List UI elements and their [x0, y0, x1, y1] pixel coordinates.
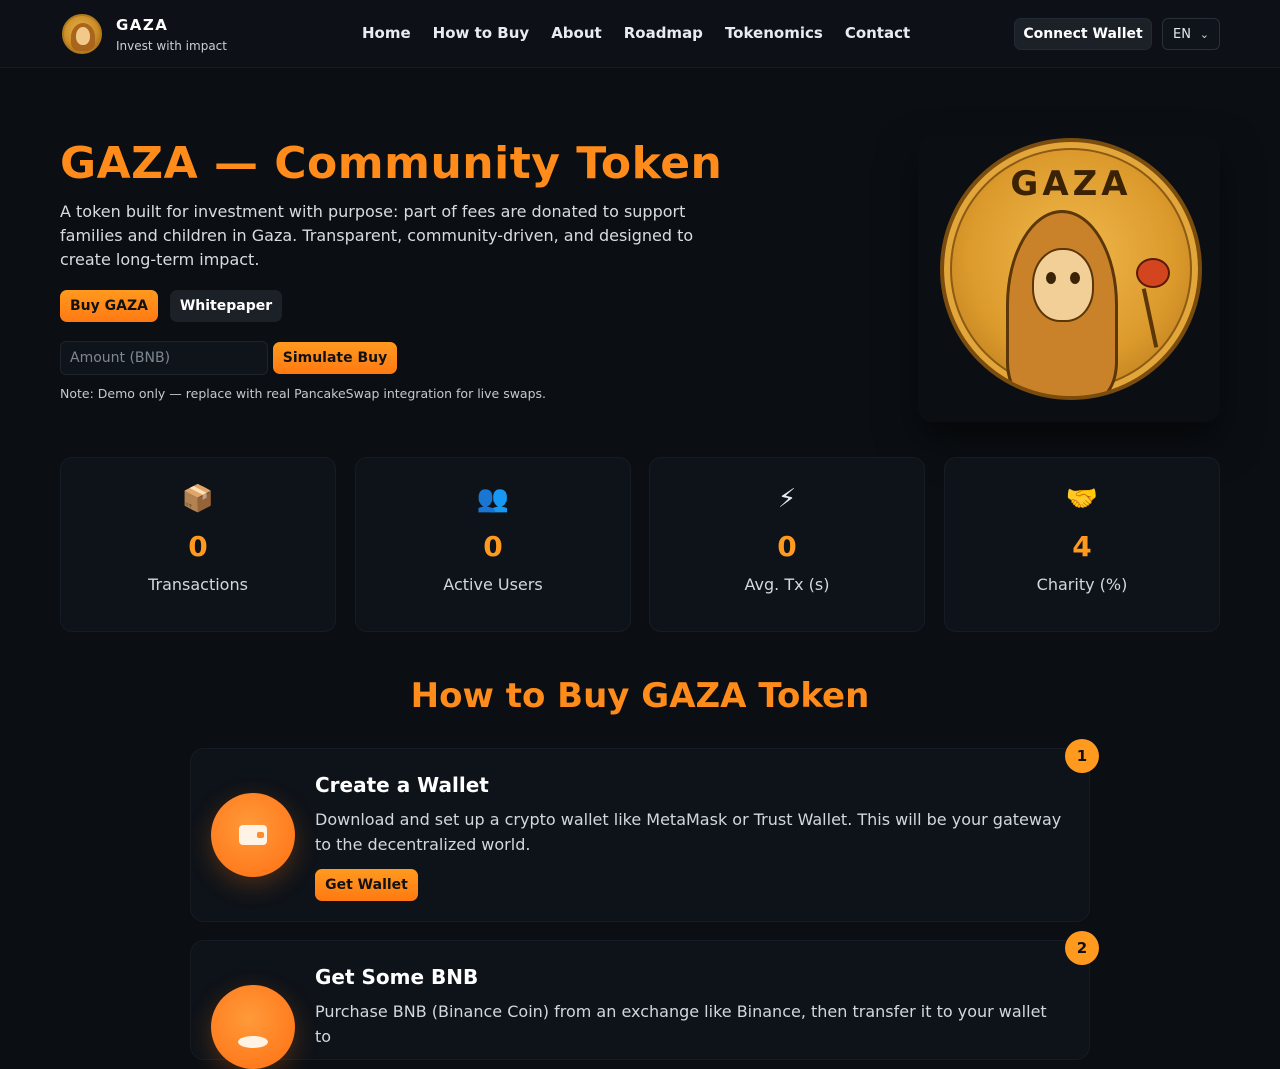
stat-value: 0: [483, 530, 503, 563]
stat-card-transactions: 📦 0 Transactions: [60, 457, 336, 632]
package-icon: 📦: [181, 484, 215, 514]
connect-wallet-button[interactable]: Connect Wallet: [1014, 18, 1152, 50]
gaza-logo-icon: [62, 14, 102, 54]
nav-tokenomics[interactable]: Tokenomics: [725, 24, 823, 42]
stat-label: Active Users: [443, 575, 543, 594]
nav-how-to-buy[interactable]: How to Buy: [433, 24, 530, 42]
brand-name: GAZA: [116, 15, 169, 34]
hero-title: GAZA — Community Token: [60, 138, 723, 189]
whitepaper-button[interactable]: Whitepaper: [170, 290, 282, 322]
chevron-down-icon: ⌄: [1199, 28, 1209, 41]
step-number-badge: 1: [1065, 739, 1099, 773]
brand[interactable]: GAZA Invest with impact: [62, 14, 227, 54]
wallet-icon: [211, 793, 295, 877]
get-wallet-button[interactable]: Get Wallet: [315, 869, 418, 901]
step-card-get-bnb: 2 Get Some BNB Purchase BNB (Binance Coi…: [190, 931, 1099, 1069]
step-title: Create a Wallet: [315, 773, 489, 797]
stat-value: 4: [1072, 530, 1092, 563]
lightning-icon: ⚡: [777, 484, 797, 514]
gaza-coin-image: GAZA: [940, 138, 1202, 400]
stat-label: Charity (%): [1036, 575, 1128, 594]
main-nav: Home How to Buy About Roadmap Tokenomics…: [362, 24, 910, 42]
language-value: EN: [1173, 26, 1191, 42]
stat-card-charity: 🤝 4 Charity (%): [944, 457, 1220, 632]
handshake-icon: 🤝: [1065, 484, 1099, 514]
nav-home[interactable]: Home: [362, 24, 411, 42]
language-select[interactable]: EN ⌄: [1162, 18, 1220, 50]
buy-gaza-button[interactable]: Buy GAZA: [60, 290, 158, 322]
demo-note: Note: Demo only — replace with real Panc…: [60, 386, 547, 401]
how-to-buy-title: How to Buy GAZA Token: [410, 676, 870, 716]
rose-icon: [1136, 258, 1170, 288]
step-card-create-wallet: 1 Create a Wallet Download and set up a …: [190, 739, 1099, 922]
nav-about[interactable]: About: [551, 24, 602, 42]
step-title: Get Some BNB: [315, 965, 479, 989]
coins-icon: [211, 985, 295, 1069]
stat-value: 0: [777, 530, 797, 563]
site-header: GAZA Invest with impact Home How to Buy …: [0, 0, 1280, 68]
stat-label: Avg. Tx (s): [744, 575, 830, 594]
stat-label: Transactions: [148, 575, 248, 594]
stat-card-active-users: 👥 0 Active Users: [355, 457, 631, 632]
users-icon: 👥: [476, 484, 510, 514]
simulate-buy-button[interactable]: Simulate Buy: [273, 342, 397, 374]
step-description: Download and set up a crypto wallet like…: [315, 810, 1062, 854]
hero-description: A token built for investment with purpos…: [60, 202, 694, 269]
amount-input[interactable]: [60, 341, 268, 375]
nav-contact[interactable]: Contact: [845, 24, 910, 42]
stat-value: 0: [188, 530, 208, 563]
step-number-badge: 2: [1065, 931, 1099, 965]
coin-text: GAZA: [1010, 164, 1132, 204]
stat-card-avg-tx: ⚡ 0 Avg. Tx (s): [649, 457, 925, 632]
nav-roadmap[interactable]: Roadmap: [624, 24, 703, 42]
brand-tagline: Invest with impact: [116, 38, 227, 53]
step-description: Purchase BNB (Binance Coin) from an exch…: [315, 1002, 1047, 1046]
